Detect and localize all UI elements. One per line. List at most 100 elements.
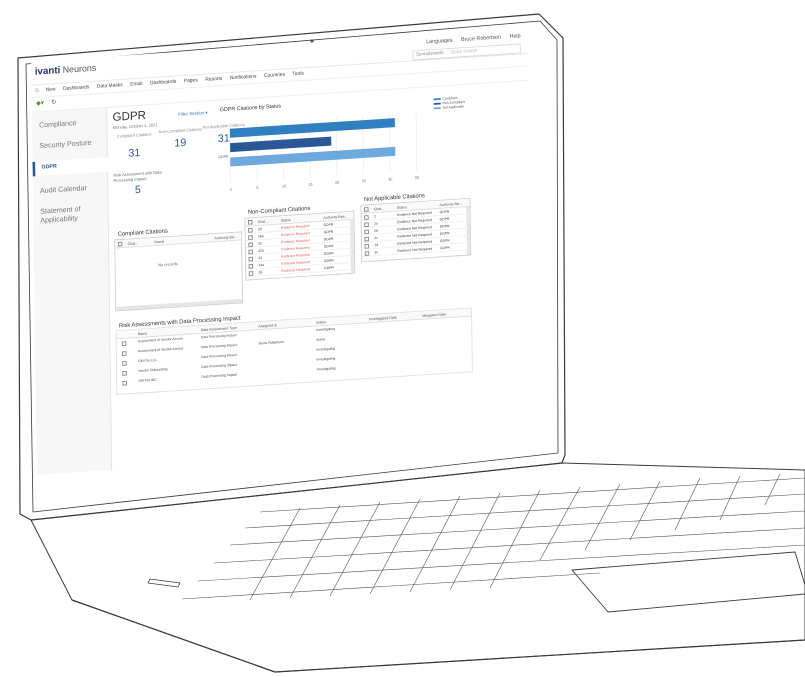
table-cell: Bruce Robertson bbox=[258, 340, 284, 346]
legend-swatch bbox=[433, 107, 441, 110]
sidebar: Compliance Security Posture GDPR Audit C… bbox=[31, 107, 113, 475]
nav-countries[interactable]: Countries bbox=[264, 72, 285, 79]
col-mitigation-date[interactable]: Mitigation Date bbox=[422, 312, 446, 318]
col-chal[interactable]: Chal... bbox=[128, 241, 138, 246]
workspace-icon[interactable]: ◆▾ bbox=[36, 99, 44, 107]
col-authority[interactable]: Authority Ba... bbox=[215, 234, 237, 240]
brand-logo: ivanti Neurons bbox=[35, 63, 97, 78]
col-status[interactable]: Status bbox=[154, 239, 164, 244]
row-checkbox[interactable] bbox=[364, 250, 370, 256]
stat-noncompliant[interactable]: Non-Compliant Citations 19 bbox=[158, 127, 203, 150]
row-checkbox[interactable] bbox=[121, 341, 127, 347]
horizontal-scrollbar[interactable] bbox=[116, 298, 243, 311]
select-all-checkbox[interactable] bbox=[364, 207, 369, 212]
table-cell: 33a bbox=[258, 262, 265, 267]
nav-email[interactable]: Email bbox=[130, 81, 142, 87]
user-menu[interactable]: Bruce Robertson bbox=[461, 35, 501, 43]
table-cell: GDPR bbox=[439, 231, 450, 236]
help-link[interactable]: Help bbox=[510, 34, 521, 40]
row-checkbox[interactable] bbox=[248, 256, 254, 262]
col-name[interactable]: Name bbox=[138, 331, 148, 336]
row-checkbox[interactable] bbox=[122, 361, 127, 366]
table-cell: Vendor Onboarding bbox=[138, 367, 168, 373]
table-cell: GM Pro LLC bbox=[138, 358, 157, 364]
stat-risk-value[interactable]: 5 bbox=[135, 183, 141, 196]
col-status[interactable]: Status bbox=[316, 320, 326, 325]
legend-swatch bbox=[433, 102, 441, 105]
row-checkbox[interactable] bbox=[248, 263, 254, 269]
table-cell: GDPR bbox=[323, 258, 334, 263]
filter-section-link[interactable]: Filter Section ▾ bbox=[178, 110, 207, 117]
sidebar-item-security-posture[interactable]: Security Posture bbox=[39, 138, 91, 149]
table-cell: GDPR bbox=[440, 245, 450, 250]
row-checkbox[interactable] bbox=[122, 370, 127, 376]
nav-pages[interactable]: Pages bbox=[184, 78, 198, 84]
sidebar-item-gdpr[interactable]: GDPR bbox=[32, 157, 110, 177]
row-checkbox[interactable] bbox=[364, 229, 369, 234]
row-checkbox[interactable] bbox=[248, 249, 253, 254]
table-cell: Investigating bbox=[316, 327, 336, 332]
col-assessment-type[interactable]: Data Assessment Type bbox=[201, 325, 237, 332]
row-checkbox[interactable] bbox=[248, 241, 253, 247]
col-investigated-date[interactable]: Investigated Date bbox=[369, 315, 397, 321]
webcam-dot bbox=[310, 39, 314, 43]
col-assigned-to[interactable]: Assigned to bbox=[258, 323, 277, 329]
row-checkbox[interactable] bbox=[364, 221, 369, 227]
col-chal[interactable]: Chal... bbox=[374, 206, 384, 211]
stat-noncompliant-label: Non-Compliant Citations bbox=[158, 126, 202, 135]
col-authority[interactable]: Authority Ba... bbox=[439, 201, 461, 207]
row-checkbox[interactable] bbox=[122, 380, 127, 386]
table-cell: Data Processing Impact bbox=[200, 333, 237, 340]
nav-dashboards[interactable]: Dashboards bbox=[63, 85, 89, 92]
table-cell: Active bbox=[316, 337, 326, 342]
col-chal[interactable]: Chal... bbox=[258, 219, 268, 224]
sidebar-item-audit-calendar[interactable]: Audit Calendar bbox=[40, 184, 87, 195]
table-cell: GDPR bbox=[439, 209, 450, 214]
row-checkbox[interactable] bbox=[122, 351, 127, 356]
nav-tools[interactable]: Tools bbox=[292, 71, 303, 77]
table-cell: Data Processing Impact bbox=[201, 353, 237, 359]
x-tick-label: 0 bbox=[230, 188, 232, 192]
col-status[interactable]: Status bbox=[281, 217, 291, 222]
side-port bbox=[147, 578, 181, 588]
citations-bar-chart: 0 5 10 15 20 25 30 35 GDPR bbox=[218, 111, 419, 192]
sidebar-item-applicability[interactable]: Applicability bbox=[40, 214, 78, 224]
table-cell: 2c bbox=[374, 235, 378, 240]
col-authority[interactable]: Authority Bas... bbox=[323, 214, 347, 220]
table-cell: Investigating bbox=[316, 346, 336, 352]
table-cell: Evidence Required bbox=[281, 267, 311, 273]
nav-data-masks[interactable]: Data Masks bbox=[97, 83, 123, 90]
nav-dashboards-2[interactable]: Dashboards bbox=[150, 79, 176, 86]
compliant-grid: Chal... Status Authority Ba... No record… bbox=[114, 231, 243, 312]
stat-compliant-value: 31 bbox=[128, 145, 141, 160]
stat-compliant[interactable]: Compliant Citations 31 bbox=[112, 132, 157, 160]
table-cell: 35 bbox=[258, 270, 263, 274]
select-all-checkbox[interactable] bbox=[117, 241, 123, 247]
table-cell: 2a bbox=[374, 221, 378, 226]
refresh-icon[interactable]: ↻ bbox=[51, 98, 56, 106]
laptop-front-edge bbox=[71, 599, 805, 673]
nav-notifications[interactable]: Notifications bbox=[230, 74, 257, 81]
row-checkbox[interactable] bbox=[364, 243, 370, 249]
sidebar-item-compliance[interactable]: Compliance bbox=[39, 119, 77, 129]
nav-new[interactable]: New bbox=[46, 87, 56, 93]
languages-link[interactable]: Languages bbox=[426, 38, 452, 45]
touchpad bbox=[571, 551, 805, 613]
table-cell: Evidence Required bbox=[281, 245, 310, 251]
select-all-checkbox[interactable] bbox=[248, 219, 253, 225]
bar-compliant[interactable] bbox=[229, 118, 395, 138]
home-icon[interactable]: ⌂ bbox=[35, 87, 39, 94]
row-checkbox[interactable] bbox=[248, 234, 253, 240]
row-checkbox[interactable] bbox=[364, 214, 369, 220]
no-records-text: No records bbox=[158, 261, 178, 268]
bar-non-compliant[interactable] bbox=[230, 136, 332, 153]
nav-reports[interactable]: Reports bbox=[205, 76, 222, 82]
notapplicable-grid: Chal... Status Authority Ba... 2 Evidence… bbox=[360, 197, 472, 263]
row-checkbox[interactable] bbox=[364, 236, 369, 242]
row-checkbox[interactable] bbox=[248, 270, 254, 276]
noncompliant-grid: Chal... Status Authority Bas... 28 Eviden… bbox=[244, 210, 356, 281]
search-category-select[interactable]: Spreadsheets bbox=[416, 50, 443, 57]
col-status[interactable]: Status bbox=[397, 205, 407, 210]
row-checkbox[interactable] bbox=[248, 227, 253, 233]
page-date: Monday, October 4, 2021 bbox=[112, 122, 158, 130]
